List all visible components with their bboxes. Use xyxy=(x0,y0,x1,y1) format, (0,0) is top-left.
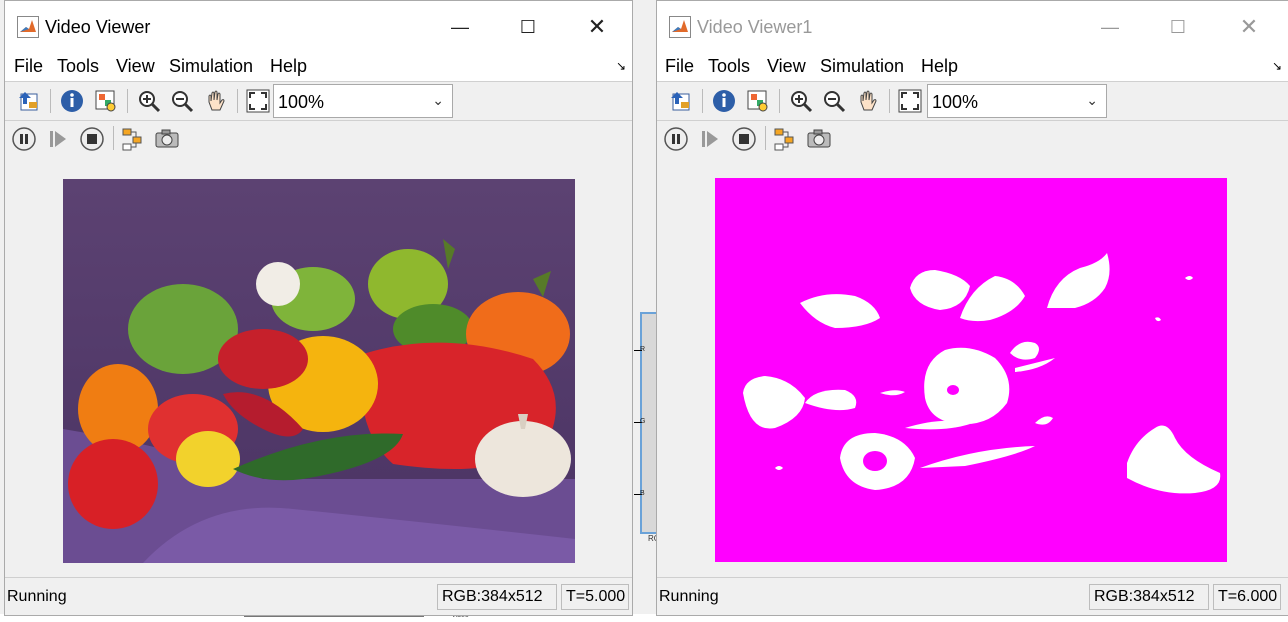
segmentation-mask-image xyxy=(715,178,1227,562)
menu-help[interactable]: Help xyxy=(921,56,958,77)
menu-simulation[interactable]: Simulation xyxy=(820,56,904,77)
menu-help[interactable]: Help xyxy=(270,56,307,77)
pan-hand-icon[interactable] xyxy=(855,88,881,114)
maximize-button[interactable]: ☐ xyxy=(505,11,551,43)
info-icon[interactable] xyxy=(711,88,737,114)
video-display[interactable] xyxy=(5,157,632,578)
signal-line xyxy=(244,616,424,617)
menu-view[interactable]: View xyxy=(767,56,806,77)
toolbar-separator xyxy=(237,89,238,113)
toolbar-separator xyxy=(889,89,890,113)
simulation-time: T=6.000 xyxy=(1213,584,1281,610)
menu-tools[interactable]: Tools xyxy=(57,56,99,77)
undock-arrow-icon[interactable]: ↘ xyxy=(1272,59,1282,73)
zoom-out-icon[interactable] xyxy=(169,88,195,114)
minimize-button[interactable]: — xyxy=(1087,11,1133,43)
image-dimensions: RGB:384x512 xyxy=(1089,584,1209,610)
close-button[interactable]: ✕ xyxy=(1226,11,1272,43)
zoom-dropdown[interactable]: 100% ⌄ xyxy=(927,84,1107,118)
matlab-logo-icon xyxy=(17,16,39,38)
fit-to-view-icon[interactable] xyxy=(897,88,923,114)
step-forward-icon[interactable] xyxy=(697,126,723,152)
menu-view[interactable]: View xyxy=(116,56,155,77)
toolbar-separator xyxy=(702,89,703,113)
parameters-icon[interactable] xyxy=(17,88,43,114)
toolbar-top: 100% ⌄ xyxy=(5,82,632,121)
stop-icon[interactable] xyxy=(79,126,105,152)
menu-file[interactable]: File xyxy=(665,56,694,77)
info-icon[interactable] xyxy=(59,88,85,114)
close-button[interactable]: ✕ xyxy=(574,11,620,43)
highlight-model-icon[interactable] xyxy=(120,126,146,152)
menu-bar: File Tools View Simulation Help ↘ xyxy=(657,51,1288,82)
video-display[interactable] xyxy=(657,157,1288,578)
status-bar: Running RGB:384x512 T=6.000 xyxy=(657,577,1288,615)
highlight-model-icon[interactable] xyxy=(772,126,798,152)
port-label: R xyxy=(640,346,646,353)
chevron-down-icon: ⌄ xyxy=(432,92,444,108)
peppers-image xyxy=(63,179,575,563)
video-viewer1-window[interactable]: Video Viewer1 — ☐ ✕ File Tools View Simu… xyxy=(656,0,1288,616)
undock-arrow-icon[interactable]: ↘ xyxy=(616,59,626,73)
pause-icon[interactable] xyxy=(663,126,689,152)
menu-tools[interactable]: Tools xyxy=(708,56,750,77)
status-text: Running xyxy=(7,588,67,605)
title-bar[interactable]: Video Viewer — ☐ ✕ xyxy=(5,1,632,51)
toolbar-separator xyxy=(127,89,128,113)
maximize-button[interactable]: ☐ xyxy=(1155,11,1201,43)
toolbar-separator xyxy=(50,89,51,113)
port-label: B xyxy=(640,490,645,497)
image-properties-icon[interactable] xyxy=(93,88,119,114)
window-title: Video Viewer xyxy=(45,17,151,37)
matlab-logo-icon xyxy=(669,16,691,38)
toolbar-separator xyxy=(113,126,114,150)
step-forward-icon[interactable] xyxy=(45,126,71,152)
image-dimensions: RGB:384x512 xyxy=(437,584,557,610)
pause-icon[interactable] xyxy=(11,126,37,152)
toolbar-separator xyxy=(765,126,766,150)
parameters-icon[interactable] xyxy=(669,88,695,114)
menu-bar: File Tools View Simulation Help ↘ xyxy=(5,51,632,82)
snapshot-camera-icon[interactable] xyxy=(806,126,832,152)
zoom-out-icon[interactable] xyxy=(821,88,847,114)
toolbar-bottom xyxy=(657,121,1288,158)
zoom-value: 100% xyxy=(278,92,325,112)
menu-simulation[interactable]: Simulation xyxy=(169,56,253,77)
stop-icon[interactable] xyxy=(731,126,757,152)
snapshot-camera-icon[interactable] xyxy=(154,126,180,152)
zoom-dropdown[interactable]: 100% ⌄ xyxy=(273,84,453,118)
zoom-in-icon[interactable] xyxy=(788,88,814,114)
minimize-button[interactable]: — xyxy=(437,11,483,43)
image-properties-icon[interactable] xyxy=(745,88,771,114)
chevron-down-icon: ⌄ xyxy=(1086,92,1098,108)
pan-hand-icon[interactable] xyxy=(203,88,229,114)
window-title: Video Viewer1 xyxy=(697,17,813,37)
toolbar-separator xyxy=(779,89,780,113)
zoom-value: 100% xyxy=(932,92,979,112)
video-viewer-window[interactable]: Video Viewer — ☐ ✕ File Tools View Simul… xyxy=(4,0,633,616)
zoom-in-icon[interactable] xyxy=(136,88,162,114)
toolbar-top: 100% ⌄ xyxy=(657,82,1288,121)
title-bar[interactable]: Video Viewer1 — ☐ ✕ xyxy=(657,1,1288,51)
port-label: G xyxy=(640,418,646,425)
menu-file[interactable]: File xyxy=(14,56,43,77)
status-bar: Running RGB:384x512 T=5.000 xyxy=(5,577,632,615)
status-text: Running xyxy=(659,588,719,605)
toolbar-bottom xyxy=(5,121,632,158)
simulation-time: T=5.000 xyxy=(561,584,629,610)
fit-to-view-icon[interactable] xyxy=(245,88,271,114)
